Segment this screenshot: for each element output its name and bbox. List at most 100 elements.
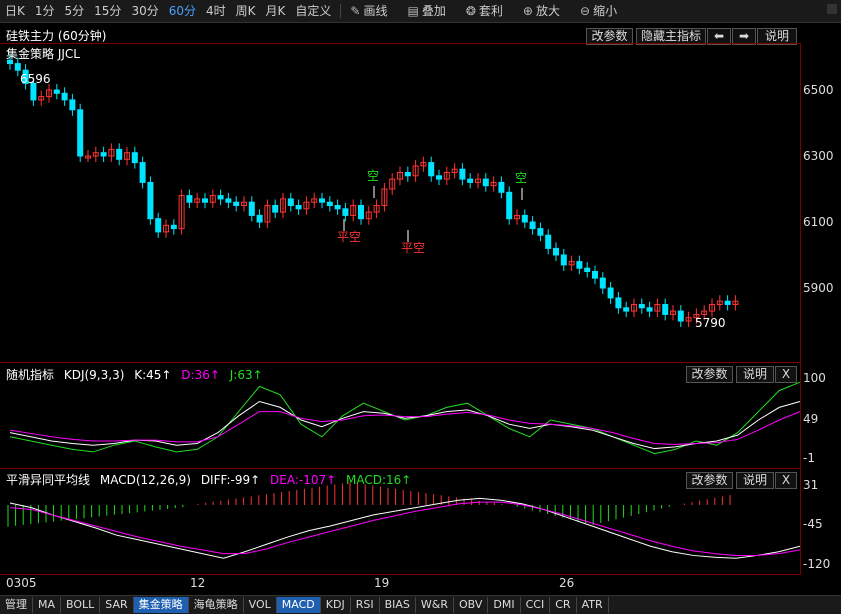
- tool-button[interactable]: ⊖ 缩小: [575, 0, 622, 22]
- candle-body: [724, 300, 731, 306]
- macd-header: 平滑异同平均线 MACD(12,26,9) DIFF:-99↑ DEA:-107…: [6, 471, 417, 488]
- y-tick-label: 6500: [803, 83, 834, 97]
- indicator-tab[interactable]: BIAS: [380, 597, 416, 613]
- indicator-tab[interactable]: 海龟策略: [189, 597, 244, 613]
- kdj-help-button[interactable]: 说明: [736, 366, 774, 383]
- macd-help-button[interactable]: 说明: [736, 472, 774, 489]
- period-tab[interactable]: 15分: [89, 0, 126, 22]
- tool-button[interactable]: ❂ 套利: [461, 0, 508, 22]
- indicator-line: [9, 400, 801, 450]
- tool-label: 放大: [535, 4, 560, 18]
- tool-button[interactable]: ✎ 画线: [345, 0, 392, 22]
- indicator-tab[interactable]: MA: [33, 597, 62, 613]
- tool-button[interactable]: ▤ 叠加: [402, 0, 450, 22]
- period-tab[interactable]: 1分: [30, 0, 60, 22]
- candle-body: [521, 214, 528, 223]
- kdj-close-button[interactable]: X: [775, 366, 797, 383]
- period-tab[interactable]: 周K: [231, 0, 261, 22]
- candle-body: [685, 317, 692, 322]
- period-tab[interactable]: 月K: [261, 0, 291, 22]
- macd-diff-value: DIFF:-99↑: [200, 473, 261, 487]
- x-tick-label: 26: [559, 576, 575, 590]
- indicator-line: [9, 381, 801, 455]
- candle-body: [319, 198, 325, 203]
- macd-name: 平滑异同平均线: [6, 473, 91, 487]
- layers-icon: ▤: [407, 4, 419, 18]
- candle-body: [389, 178, 396, 190]
- candle-body: [358, 205, 364, 220]
- tool-button[interactable]: ⊕ 放大: [518, 0, 565, 22]
- period-tab[interactable]: 4时: [201, 0, 231, 22]
- candle-body: [693, 313, 700, 319]
- candle-body: [248, 201, 255, 216]
- indicator-tab[interactable]: ATR: [577, 597, 609, 613]
- x-tick-label: 0305: [6, 576, 37, 590]
- candle-body: [163, 224, 169, 233]
- macd-dea-value: DEA:-107↑: [270, 473, 337, 487]
- candle-body: [264, 205, 271, 223]
- x-tick-label: 12: [190, 576, 206, 590]
- indicator-tab[interactable]: DMI: [488, 597, 521, 613]
- indicator-tab[interactable]: VOL: [244, 597, 277, 613]
- candle-body: [607, 287, 614, 299]
- indicator-tab[interactable]: SAR: [100, 597, 134, 613]
- zoom-out-icon: ⊖: [580, 4, 591, 18]
- indicator-tab[interactable]: KDJ: [321, 597, 351, 613]
- candle-body: [225, 198, 232, 203]
- trade-signal-label: 平空: [337, 230, 361, 244]
- period-tab[interactable]: 60分: [164, 0, 201, 22]
- indicator-tab-bar: 管理 MA BOLL SAR 集金策略 海龟策略 VOL MACD KDJ RSI BIAS W&R O…: [0, 595, 841, 614]
- period-tab[interactable]: 日K: [0, 0, 30, 22]
- candle-body: [350, 205, 357, 216]
- macd-params: MACD(12,26,9): [99, 473, 191, 487]
- indicator-line: [9, 501, 801, 556]
- candle-body: [178, 195, 185, 230]
- candle-body: [529, 221, 536, 230]
- candle-body: [490, 181, 497, 187]
- indicator-tab[interactable]: MACD: [276, 597, 321, 613]
- kdj-change-params-button[interactable]: 改参数: [686, 366, 733, 383]
- panel-divider: [0, 574, 800, 575]
- indicator-tab[interactable]: 管理: [0, 597, 33, 613]
- kdj-d-value: D:36↑: [181, 368, 220, 382]
- candle-body: [506, 191, 513, 220]
- kdj-y-tick: 49: [803, 412, 819, 426]
- candle-body: [295, 205, 302, 210]
- candle-body: [537, 228, 544, 236]
- candle-body: [92, 152, 99, 157]
- y-tick-label: 6100: [803, 215, 834, 229]
- indicator-tab[interactable]: RSI: [351, 597, 380, 613]
- period-tab[interactable]: 自定义: [290, 0, 336, 22]
- candle-body: [100, 152, 107, 157]
- candle-body: [326, 201, 333, 206]
- candle-body: [311, 198, 318, 203]
- candle-body: [22, 69, 29, 84]
- indicator-tab[interactable]: 集金策略: [133, 597, 189, 613]
- indicator-tab[interactable]: BOLL: [61, 597, 101, 613]
- indicator-tab[interactable]: CCI: [521, 597, 551, 613]
- macd-change-params-button[interactable]: 改参数: [686, 472, 733, 489]
- candle-body: [38, 96, 45, 101]
- period-tab[interactable]: 30分: [126, 0, 163, 22]
- period-tab[interactable]: 5分: [60, 0, 90, 22]
- candle-body: [545, 234, 552, 249]
- trade-signal-label: 空: [367, 169, 379, 183]
- indicator-tab[interactable]: W&R: [416, 597, 454, 613]
- candle-body: [631, 304, 637, 312]
- candle-body: [147, 181, 154, 220]
- candle-body: [443, 172, 450, 180]
- zoom-in-icon: ⊕: [522, 4, 533, 18]
- macd-close-button[interactable]: X: [775, 472, 797, 489]
- divider: [340, 4, 342, 18]
- candle-body: [599, 277, 606, 289]
- window-close-button[interactable]: [827, 4, 837, 14]
- candle-body: [108, 148, 115, 157]
- candle-body: [334, 205, 341, 210]
- indicator-tab[interactable]: CR: [550, 597, 577, 613]
- candle-body: [654, 304, 661, 312]
- candle-body: [670, 310, 676, 315]
- candle-body: [576, 261, 583, 269]
- candle-body: [77, 109, 84, 157]
- indicator-tab[interactable]: OBV: [454, 597, 489, 613]
- candle-body: [716, 300, 723, 306]
